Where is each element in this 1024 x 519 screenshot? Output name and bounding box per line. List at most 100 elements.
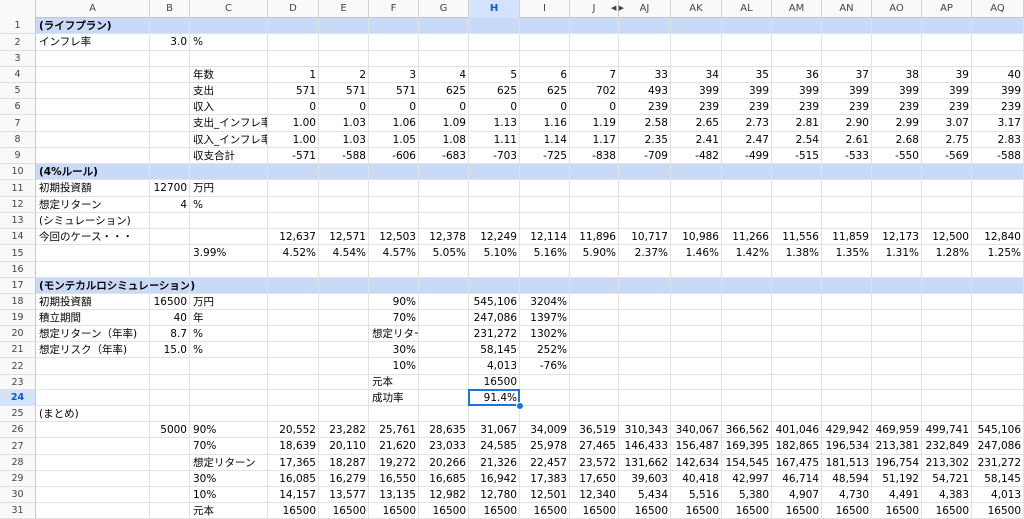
cell-al5[interactable]: 399 <box>722 83 772 99</box>
row-header-24[interactable]: 24 <box>0 390 36 406</box>
cell-ao5[interactable]: 399 <box>872 83 922 99</box>
column-header-e[interactable]: E <box>319 0 369 18</box>
cell-h19[interactable]: 247,086 <box>469 310 520 326</box>
row-header-30[interactable]: 30 <box>0 487 36 503</box>
cell-ao15[interactable]: 1.31% <box>872 245 922 262</box>
row-header-6[interactable]: 6 <box>0 99 36 115</box>
cell-i26[interactable]: 34,009 <box>520 422 570 438</box>
cell-d4[interactable]: 1 <box>268 67 319 83</box>
cell-d7[interactable]: 1.00 <box>268 115 319 132</box>
cell-aq31[interactable]: 16500 <box>972 503 1024 519</box>
row-header-21[interactable]: 21 <box>0 342 36 358</box>
row-header-2[interactable]: 2 <box>0 34 36 51</box>
cell-aq26[interactable]: 545,106 <box>972 422 1024 438</box>
cell-j6[interactable]: 0 <box>570 99 619 115</box>
cell-h8[interactable]: 1.11 <box>469 132 520 148</box>
cell-aj31[interactable]: 16500 <box>619 503 671 519</box>
cell-g9[interactable]: -683 <box>419 148 469 164</box>
cell-i18[interactable]: 3204% <box>520 294 570 310</box>
cell-i29[interactable]: 17,383 <box>520 471 570 487</box>
cell-aj8[interactable]: 2.35 <box>619 132 671 148</box>
cell-j8[interactable]: 1.17 <box>570 132 619 148</box>
cell-ap31[interactable]: 16500 <box>922 503 972 519</box>
row-header-18[interactable]: 18 <box>0 294 36 310</box>
cell-aq14[interactable]: 12,840 <box>972 229 1024 245</box>
cell-ao27[interactable]: 213,381 <box>872 438 922 455</box>
cell-an31[interactable]: 16500 <box>822 503 872 519</box>
cell-am29[interactable]: 46,714 <box>772 471 822 487</box>
cell-i14[interactable]: 12,114 <box>520 229 570 245</box>
row-header-14[interactable]: 14 <box>0 229 36 245</box>
cell-g6[interactable]: 0 <box>419 99 469 115</box>
cell-j14[interactable]: 11,896 <box>570 229 619 245</box>
cell-c28[interactable]: 想定リターン <box>190 455 268 471</box>
cell-ap8[interactable]: 2.75 <box>922 132 972 148</box>
cell-c31[interactable]: 元本 <box>190 503 268 519</box>
cell-ak31[interactable]: 16500 <box>671 503 722 519</box>
cell-g8[interactable]: 1.08 <box>419 132 469 148</box>
column-header-aj[interactable]: AJ <box>619 0 671 18</box>
cell-aj15[interactable]: 2.37% <box>619 245 671 262</box>
cell-c29[interactable]: 30% <box>190 471 268 487</box>
row-header-15[interactable]: 15 <box>0 245 36 262</box>
cell-aq7[interactable]: 3.17 <box>972 115 1024 132</box>
cell-b19[interactable]: 40 <box>150 310 190 326</box>
cell-c15[interactable]: 3.99% <box>190 245 268 262</box>
cell-j31[interactable]: 16500 <box>570 503 619 519</box>
cell-b12[interactable]: 4 <box>150 197 190 213</box>
cell-f26[interactable]: 25,761 <box>369 422 419 438</box>
cell-f29[interactable]: 16,550 <box>369 471 419 487</box>
row-header-16[interactable]: 16 <box>0 262 36 278</box>
cell-h29[interactable]: 16,942 <box>469 471 520 487</box>
column-header-g[interactable]: G <box>419 0 469 18</box>
cell-c5[interactable]: 支出 <box>190 83 268 99</box>
column-header-am[interactable]: AM <box>772 0 822 18</box>
cell-j5[interactable]: 702 <box>570 83 619 99</box>
cell-g7[interactable]: 1.09 <box>419 115 469 132</box>
cell-a17[interactable]: (モンテカルロシミュレーション) <box>36 278 336 294</box>
row-header-11[interactable]: 11 <box>0 180 36 197</box>
cell-g27[interactable]: 23,033 <box>419 438 469 455</box>
cell-ap5[interactable]: 399 <box>922 83 972 99</box>
cell-j15[interactable]: 5.90% <box>570 245 619 262</box>
cell-f9[interactable]: -606 <box>369 148 419 164</box>
cell-aj26[interactable]: 310,343 <box>619 422 671 438</box>
row-header-5[interactable]: 5 <box>0 83 36 99</box>
cell-c19[interactable]: 年 <box>190 310 268 326</box>
cell-f22[interactable]: 10% <box>369 358 419 375</box>
cell-e14[interactable]: 12,571 <box>319 229 369 245</box>
cell-e9[interactable]: -588 <box>319 148 369 164</box>
cell-h22[interactable]: 4,013 <box>469 358 520 375</box>
cell-ap4[interactable]: 39 <box>922 67 972 83</box>
cell-g29[interactable]: 16,685 <box>419 471 469 487</box>
cell-d29[interactable]: 16,085 <box>268 471 319 487</box>
cell-al31[interactable]: 16500 <box>722 503 772 519</box>
cell-aq15[interactable]: 1.25% <box>972 245 1024 262</box>
cell-ak26[interactable]: 340,067 <box>671 422 722 438</box>
cell-d9[interactable]: -571 <box>268 148 319 164</box>
cell-j28[interactable]: 23,572 <box>570 455 619 471</box>
cell-e4[interactable]: 2 <box>319 67 369 83</box>
select-all-corner[interactable] <box>0 0 36 18</box>
cell-b21[interactable]: 15.0 <box>150 342 190 358</box>
cell-h7[interactable]: 1.13 <box>469 115 520 132</box>
row-header-3[interactable]: 3 <box>0 51 36 67</box>
cell-c2[interactable]: % <box>190 34 268 51</box>
cell-f19[interactable]: 70% <box>369 310 419 326</box>
cell-c20[interactable]: % <box>190 326 268 342</box>
row-header-19[interactable]: 19 <box>0 310 36 326</box>
cell-f6[interactable]: 0 <box>369 99 419 115</box>
cell-aq30[interactable]: 4,013 <box>972 487 1024 503</box>
cell-an27[interactable]: 196,534 <box>822 438 872 455</box>
cell-aq6[interactable]: 239 <box>972 99 1024 115</box>
cell-f23[interactable]: 元本 <box>369 375 419 390</box>
cell-d31[interactable]: 16500 <box>268 503 319 519</box>
cell-e7[interactable]: 1.03 <box>319 115 369 132</box>
cell-e29[interactable]: 16,279 <box>319 471 369 487</box>
cell-ao4[interactable]: 38 <box>872 67 922 83</box>
cell-ak4[interactable]: 34 <box>671 67 722 83</box>
cell-al15[interactable]: 1.42% <box>722 245 772 262</box>
cell-f8[interactable]: 1.05 <box>369 132 419 148</box>
cell-c27[interactable]: 70% <box>190 438 268 455</box>
cell-ap26[interactable]: 499,741 <box>922 422 972 438</box>
